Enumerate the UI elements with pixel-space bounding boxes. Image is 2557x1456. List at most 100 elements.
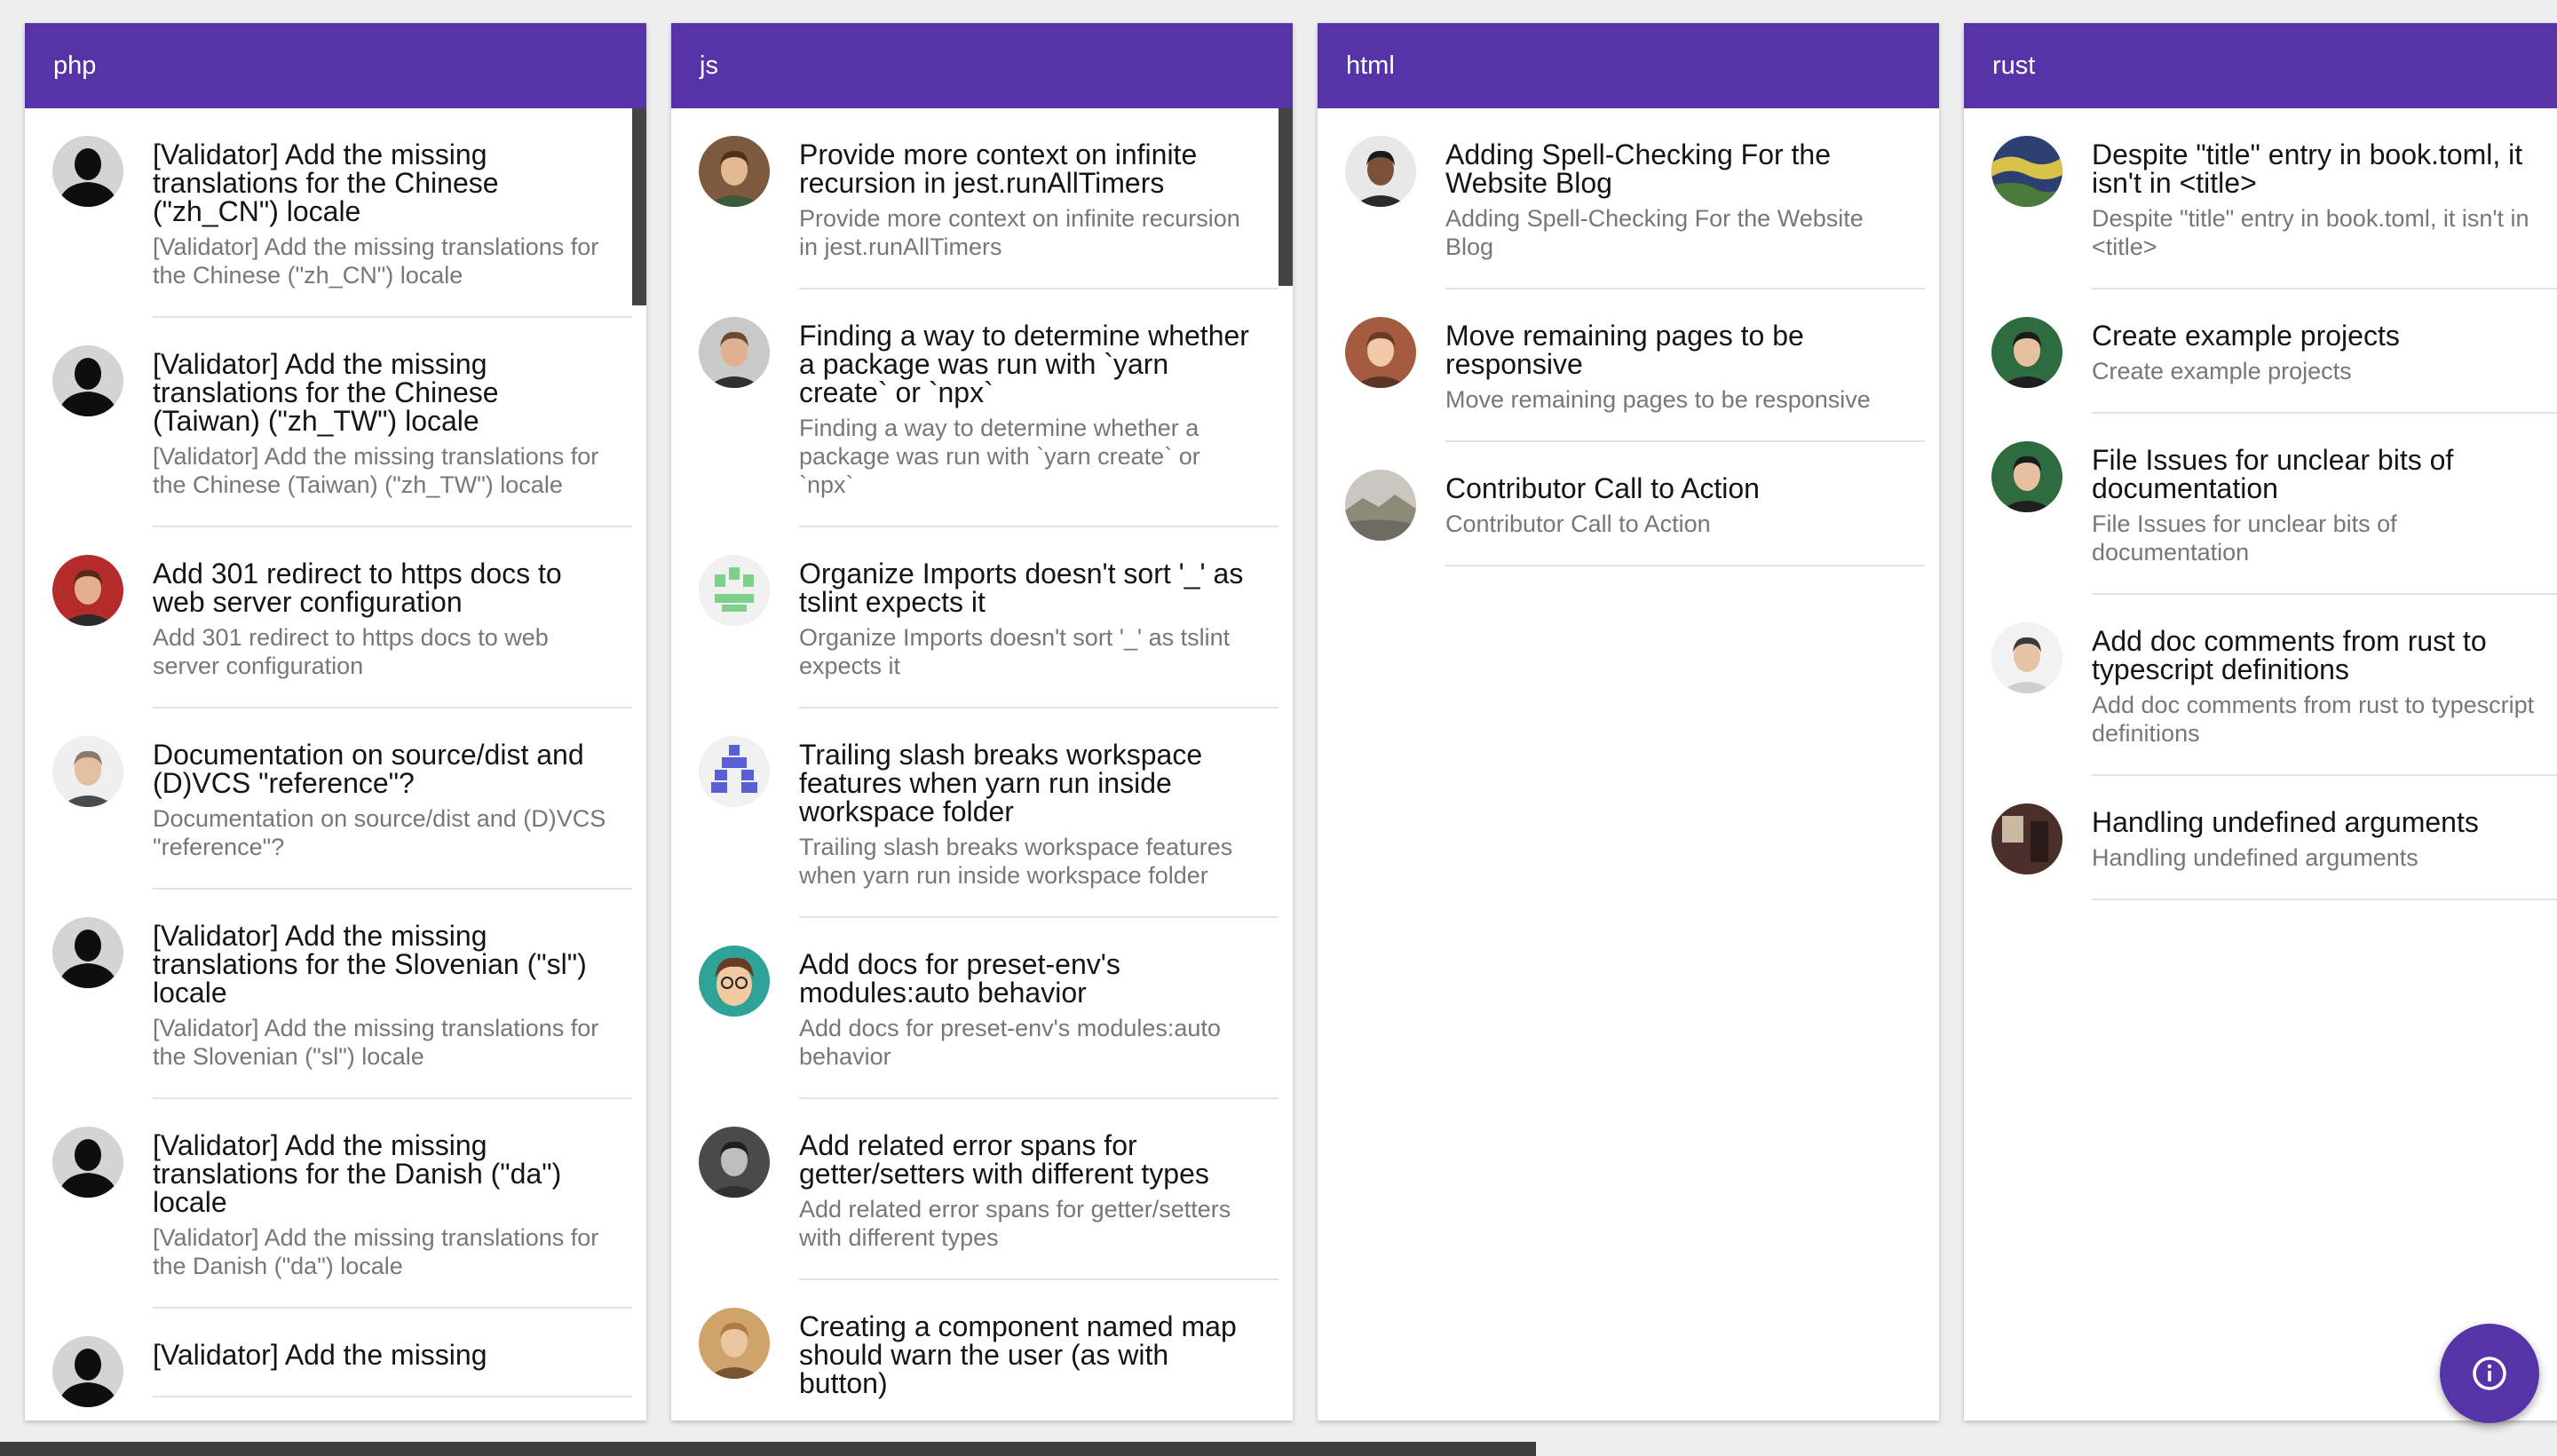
issue-item[interactable]: Trailing slash breaks workspace features… bbox=[671, 708, 1293, 918]
issue-item[interactable]: Create example projects Create example pr… bbox=[1964, 289, 2557, 414]
info-button[interactable] bbox=[2440, 1324, 2539, 1423]
issue-subtitle: File Issues for unclear bits of document… bbox=[2092, 510, 2397, 566]
issue-text: Add 301 redirect to https docs to web se… bbox=[153, 527, 613, 707]
issue-item[interactable]: Contributor Call to Action Contributor Ca… bbox=[1318, 442, 1939, 566]
issue-text: [Validator] Add the missing translations… bbox=[153, 318, 613, 526]
user-silhouette-icon bbox=[52, 917, 123, 988]
issue-item[interactable]: Creating a component named map should wa… bbox=[671, 1280, 1293, 1420]
issue-item[interactable]: Organize Imports doesn't sort '_' as tsl… bbox=[671, 527, 1293, 708]
avatar bbox=[1991, 441, 2062, 512]
issue-text: Move remaining pages to be responsive Mov… bbox=[1445, 289, 1905, 440]
user-avatar bbox=[699, 1127, 770, 1198]
column-scrollbar[interactable] bbox=[632, 108, 646, 305]
identicon-avatar bbox=[699, 555, 770, 626]
issue-item[interactable]: [Validator] Add the missing translations… bbox=[25, 1099, 646, 1309]
issue-subtitle: [Validator] Add the missing translations… bbox=[153, 443, 599, 498]
issue-item[interactable]: Add docs for preset-env's modules:auto b… bbox=[671, 918, 1293, 1099]
issue-subtitle: [Validator] Add the missing translations… bbox=[153, 1224, 599, 1279]
issue-item[interactable]: [Validator] Add the missing translations… bbox=[25, 108, 646, 318]
avatar bbox=[1991, 136, 2062, 207]
user-avatar bbox=[52, 736, 123, 807]
issue-item[interactable]: Adding Spell-Checking For the Website Bl… bbox=[1318, 108, 1939, 289]
user-avatar bbox=[1991, 622, 2062, 693]
issue-text: Trailing slash breaks workspace features… bbox=[799, 708, 1259, 916]
issue-text: Documentation on source/dist and (D)VCS … bbox=[153, 708, 613, 888]
horizontal-scrollbar[interactable] bbox=[0, 1442, 1536, 1456]
issue-text: Create example projects Create example pr… bbox=[2092, 289, 2552, 412]
issue-subtitle: [Validator] Add the missing translations… bbox=[153, 1015, 599, 1070]
issue-subtitle: Add docs for preset-env's modules:auto b… bbox=[799, 1015, 1221, 1070]
column-header: rust bbox=[1964, 23, 2557, 108]
divider bbox=[2092, 898, 2557, 900]
user-silhouette-icon bbox=[52, 1336, 123, 1407]
issue-list: Despite "title" entry in book.toml, it i… bbox=[1964, 108, 2557, 1420]
issue-item[interactable]: Despite "title" entry in book.toml, it i… bbox=[1964, 108, 2557, 289]
issue-text: File Issues for unclear bits of document… bbox=[2092, 414, 2552, 593]
avatar bbox=[1345, 470, 1416, 541]
user-avatar bbox=[699, 317, 770, 388]
issue-item[interactable]: Add 301 redirect to https docs to web se… bbox=[25, 527, 646, 708]
avatar bbox=[699, 317, 770, 388]
issue-item[interactable]: Finding a way to determine whether a pac… bbox=[671, 289, 1293, 527]
avatar bbox=[52, 736, 123, 807]
user-avatar bbox=[1991, 317, 2062, 388]
issue-title: Add 301 redirect to https docs to web se… bbox=[153, 558, 562, 618]
issue-item[interactable]: Provide more context on infinite recursi… bbox=[671, 108, 1293, 289]
user-avatar bbox=[52, 555, 123, 626]
issue-text: Adding Spell-Checking For the Website Bl… bbox=[1445, 108, 1905, 288]
avatar bbox=[52, 136, 123, 207]
issue-subtitle: Add related error spans for getter/sette… bbox=[799, 1196, 1231, 1251]
issue-title: Finding a way to determine whether a pac… bbox=[799, 320, 1249, 408]
issue-title: Creating a component named map should wa… bbox=[799, 1310, 1237, 1399]
issue-title: Add docs for preset-env's modules:auto b… bbox=[799, 948, 1120, 1009]
issue-subtitle: Finding a way to determine whether a pac… bbox=[799, 415, 1200, 498]
issue-subtitle: Handling undefined arguments bbox=[2092, 844, 2418, 871]
issue-text: [Validator] Add the missing translations… bbox=[153, 890, 613, 1097]
avatar bbox=[1345, 136, 1416, 207]
issue-item[interactable]: Move remaining pages to be responsive Mov… bbox=[1318, 289, 1939, 442]
user-avatar bbox=[699, 136, 770, 207]
avatar bbox=[52, 555, 123, 626]
issue-title: Handling undefined arguments bbox=[2092, 806, 2479, 838]
user-avatar bbox=[1991, 441, 2062, 512]
divider bbox=[1445, 565, 1925, 566]
identicon-avatar bbox=[699, 736, 770, 807]
issue-text: [Validator] Add the missing translations… bbox=[153, 108, 613, 316]
issue-title: Create example projects bbox=[2092, 320, 2400, 352]
issue-item[interactable]: File Issues for unclear bits of document… bbox=[1964, 414, 2557, 595]
issue-list: Provide more context on infinite recursi… bbox=[671, 108, 1293, 1420]
divider bbox=[153, 1396, 632, 1397]
issue-item[interactable]: [Validator] Add the missing translations… bbox=[25, 318, 646, 527]
column-scrollbar[interactable] bbox=[1278, 108, 1293, 286]
issue-list: Adding Spell-Checking For the Website Bl… bbox=[1318, 108, 1939, 1420]
issue-text: Handling undefined arguments Handling und… bbox=[2092, 776, 2552, 898]
issue-title: Contributor Call to Action bbox=[1445, 472, 1760, 504]
issue-text: Add docs for preset-env's modules:auto b… bbox=[799, 918, 1259, 1097]
issue-title: File Issues for unclear bits of document… bbox=[2092, 444, 2454, 504]
issue-item[interactable]: Documentation on source/dist and (D)VCS … bbox=[25, 708, 646, 890]
issue-item[interactable]: Add related error spans for getter/sette… bbox=[671, 1099, 1293, 1280]
user-silhouette-icon bbox=[52, 1127, 123, 1198]
issue-text: Provide more context on infinite recursi… bbox=[799, 108, 1259, 288]
issue-item[interactable]: Handling undefined arguments Handling und… bbox=[1964, 776, 2557, 900]
user-avatar bbox=[699, 1308, 770, 1379]
user-avatar bbox=[1345, 136, 1416, 207]
issue-subtitle: [Validator] Add the missing translations… bbox=[153, 233, 599, 289]
avatar bbox=[1991, 803, 2062, 874]
user-silhouette-icon bbox=[52, 345, 123, 416]
avatar bbox=[1345, 317, 1416, 388]
issue-title: [Validator] Add the missing bbox=[153, 1339, 487, 1371]
column-html: html Adding Spell-Checking For the Websit… bbox=[1318, 23, 1939, 1420]
avatar bbox=[52, 1336, 123, 1407]
issue-item[interactable]: Add doc comments from rust to typescript… bbox=[1964, 595, 2557, 776]
issue-subtitle: Move remaining pages to be responsive bbox=[1445, 386, 1871, 413]
issue-title: Provide more context on infinite recursi… bbox=[799, 138, 1198, 199]
issue-item[interactable]: [Validator] Add the missing bbox=[25, 1309, 646, 1407]
issue-text: Finding a way to determine whether a pac… bbox=[799, 289, 1259, 526]
issue-title: [Validator] Add the missing translations… bbox=[153, 348, 499, 437]
column-js: js Provide more context on infinite recur… bbox=[671, 23, 1293, 1420]
issue-list: [Validator] Add the missing translations… bbox=[25, 108, 646, 1420]
issue-item[interactable]: [Validator] Add the missing translations… bbox=[25, 890, 646, 1099]
avatar bbox=[1991, 317, 2062, 388]
issue-title: Documentation on source/dist and (D)VCS … bbox=[153, 739, 584, 799]
